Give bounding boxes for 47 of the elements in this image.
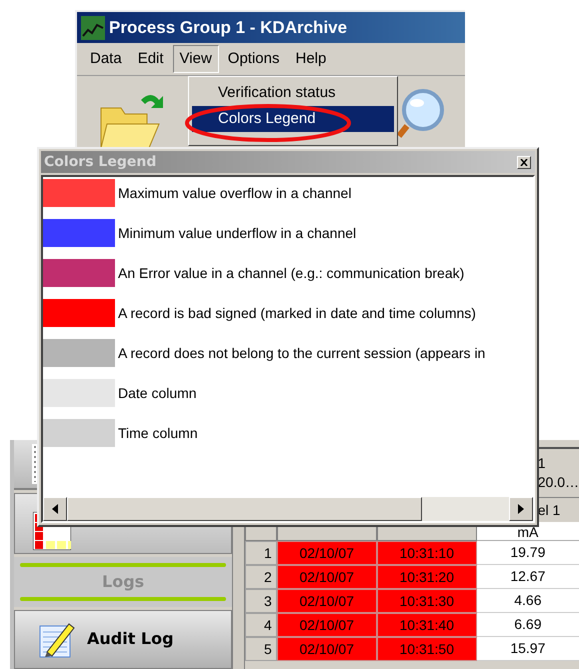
left-arrow-icon (52, 504, 58, 514)
horizontal-scrollbar[interactable] (43, 497, 533, 521)
row-number: 5 (244, 637, 277, 661)
table-cell: 10:31:50 (376, 637, 477, 661)
audit-log-button[interactable]: Audit Log (14, 610, 232, 669)
scroll-thumb[interactable] (67, 497, 422, 521)
window-title: Process Group 1 - KDArchive (109, 16, 348, 39)
scroll-left-button[interactable] (43, 497, 67, 521)
table-cell: 15.97 (476, 637, 579, 661)
close-icon (520, 158, 528, 166)
menu-option[interactable]: Verification status (192, 80, 394, 106)
row-number: 2 (244, 565, 277, 589)
table-cell: 19.79 (476, 541, 579, 565)
legend-text: A record does not belong to the current session (appears in (118, 344, 486, 363)
right-arrow-icon (518, 504, 524, 514)
table-cell: 10:31:20 (376, 565, 477, 589)
table-cell: 10:31:30 (376, 589, 477, 613)
table-cell: 6.69 (476, 613, 579, 637)
legend-text: A record is bad signed (marked in date and time columns) (118, 304, 476, 323)
table-cell: 10:31:40 (376, 613, 477, 637)
menu-item[interactable]: Options (220, 45, 286, 73)
legend-text: An Error value in a channel (e.g.: communication break) (118, 264, 464, 283)
row-number: 4 (244, 613, 277, 637)
table-cell: 02/10/07 (276, 613, 377, 637)
dialog-title: Colors Legend (44, 152, 156, 172)
table-cell: 12.67 (476, 565, 579, 589)
table-cell: 10:31:10 (376, 541, 477, 565)
legend-text: Date column (118, 384, 197, 402)
legend-text: Minimum value underflow in a channel (118, 224, 356, 242)
scroll-right-button[interactable] (509, 497, 533, 521)
table-cell: 02/10/07 (276, 589, 377, 613)
menu-item[interactable]: View (172, 45, 219, 73)
table-cell: 02/10/07 (276, 541, 377, 565)
header-text: 20.0… (538, 473, 579, 492)
header-text: 1 (538, 454, 547, 473)
menu-item[interactable]: Help (288, 45, 334, 73)
table-cell: 02/10/07 (276, 565, 377, 589)
menu-item[interactable]: Data (83, 45, 129, 73)
row-number: 1 (244, 541, 277, 565)
row-number: 3 (244, 589, 277, 613)
legend-text: Time column (118, 424, 198, 442)
close-button[interactable] (517, 156, 531, 168)
menu-item[interactable]: Edit (130, 45, 171, 73)
table-cell: 02/10/07 (276, 637, 377, 661)
table-cell: 4.66 (476, 589, 579, 613)
section-title: Logs (101, 570, 146, 593)
legend-text: Maximum value overflow in a channel (118, 184, 352, 202)
